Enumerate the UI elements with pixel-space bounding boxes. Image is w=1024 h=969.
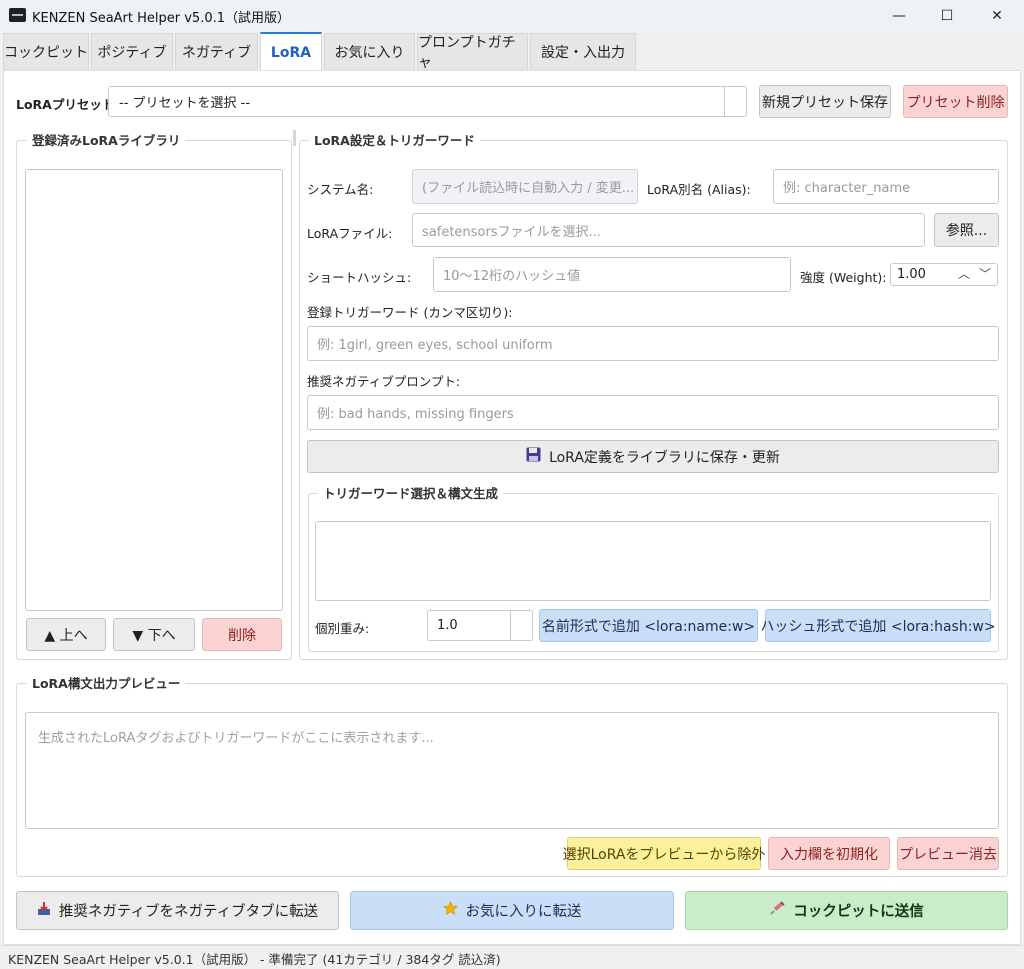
trigger-select-title: トリガーワード選択＆構文生成 <box>318 483 504 502</box>
individual-weight-label: 個別重み: <box>315 621 370 636</box>
syringe-icon <box>769 901 785 920</box>
lora-settings-title: LoRA設定＆トリガーワード <box>309 130 480 149</box>
move-down-button[interactable]: ▼ 下へ <box>113 618 195 651</box>
trigger-words-field[interactable]: 例: 1girl, green eyes, school uniform <box>307 326 999 361</box>
short-hash-label: ショートハッシュ: <box>307 270 412 285</box>
browse-button[interactable]: 参照... <box>934 213 999 247</box>
individual-weight-divider <box>510 611 511 640</box>
reset-inputs-button[interactable]: 入力欄を初期化 <box>768 837 890 870</box>
close-button[interactable]: ✕ <box>972 0 1022 32</box>
weight-up-icon[interactable]: ︿ <box>958 263 970 286</box>
weight-label: 強度 (Weight): <box>800 270 887 285</box>
short-hash-placeholder: 10～12桁のハッシュ値 <box>443 269 581 284</box>
preset-select[interactable]: -- プリセットを選択 -- <box>108 86 747 117</box>
recommended-negative-label: 推奨ネガティブプロンプト: <box>307 374 461 389</box>
tab-cockpit[interactable]: コックピット <box>3 33 89 70</box>
save-lora-definition-label: LoRA定義をライブラリに保存・更新 <box>549 449 780 466</box>
trigger-words-label: 登録トリガーワード (カンマ区切り): <box>307 305 513 320</box>
move-up-button[interactable]: ▲ 上へ <box>26 618 106 651</box>
lora-file-label: LoRAファイル: <box>307 226 393 241</box>
short-hash-field[interactable]: 10～12桁のハッシュ値 <box>433 257 791 292</box>
exclude-from-preview-button[interactable]: 選択LoRAをプレビューから除外 <box>563 837 765 870</box>
transfer-negative-button[interactable]: 推奨ネガティブをネガティブタブに転送 <box>16 891 339 930</box>
preview-placeholder: 生成されたLoRAタグおよびトリガーワードがここに表示されます... <box>38 731 434 746</box>
preset-select-divider <box>724 87 725 116</box>
clear-preview-button[interactable]: プレビュー消去 <box>897 837 999 870</box>
transfer-negative-label: 推奨ネガティブをネガティブタブに転送 <box>58 904 319 920</box>
send-to-cockpit-label: コックピットに送信 <box>793 904 924 920</box>
lora-file-placeholder: safetensorsファイルを選択... <box>422 224 601 240</box>
tray-download-icon <box>37 901 51 920</box>
preview-output-area[interactable]: 生成されたLoRAタグおよびトリガーワードがここに表示されます... <box>25 712 999 829</box>
system-name-placeholder: (ファイル読込時に自動入力 / 変更... <box>422 181 635 196</box>
app-icon <box>9 8 26 22</box>
trigger-words-checklist[interactable] <box>315 521 991 601</box>
preset-select-value: -- プリセットを選択 -- <box>119 96 251 111</box>
delete-preset-button[interactable]: プリセット削除 <box>903 85 1008 118</box>
tab-positive[interactable]: ポジティブ <box>91 33 173 70</box>
tab-settings-io[interactable]: 設定・入出力 <box>530 33 636 70</box>
recommended-negative-placeholder: 例: bad hands, missing fingers <box>317 407 514 422</box>
maximize-button[interactable]: ☐ <box>922 0 972 32</box>
save-new-preset-button[interactable]: 新規プリセット保存 <box>759 85 891 118</box>
panel-splitter[interactable] <box>293 130 296 146</box>
window-title: KENZEN SeaArt Helper v5.0.1（試用版） <box>32 11 291 26</box>
tab-negative[interactable]: ネガティブ <box>175 33 258 70</box>
lora-file-field[interactable]: safetensorsファイルを選択... <box>412 213 925 247</box>
alias-placeholder: 例: character_name <box>783 181 911 196</box>
minimize-button[interactable]: — <box>874 0 924 32</box>
send-to-cockpit-button[interactable]: コックピットに送信 <box>685 891 1008 930</box>
floppy-disk-icon <box>526 447 541 466</box>
tab-prompt-gacha[interactable]: プロンプトガチャ <box>417 33 528 71</box>
library-delete-button[interactable]: 削除 <box>202 618 282 651</box>
star-icon <box>442 901 458 920</box>
transfer-favorites-label: お気に入りに転送 <box>465 904 582 920</box>
library-title: 登録済みLoRAライブラリ <box>27 130 186 149</box>
alias-field[interactable]: 例: character_name <box>773 169 999 204</box>
weight-down-icon[interactable]: ﹀ <box>979 263 991 286</box>
status-text: KENZEN SeaArt Helper v5.0.1（試用版） - 準備完了 … <box>8 952 501 967</box>
tab-lora[interactable]: LoRA <box>260 32 322 71</box>
individual-weight-spinbox[interactable]: 1.0 <box>427 610 533 641</box>
transfer-favorites-button[interactable]: お気に入りに転送 <box>350 891 674 930</box>
alias-label: LoRA別名 (Alias): <box>647 182 751 197</box>
add-hash-format-button[interactable]: ハッシュ形式で追加 <lora:hash:w> <box>760 609 996 642</box>
tab-favorites[interactable]: お気に入り <box>324 33 415 70</box>
save-lora-definition-button[interactable]: LoRA定義をライブラリに保存・更新 <box>307 440 999 473</box>
system-name-label: システム名: <box>307 182 374 197</box>
preset-label: LoRAプリセット: <box>16 97 120 112</box>
system-name-field[interactable]: (ファイル読込時に自動入力 / 変更... <box>412 169 638 204</box>
add-name-format-button[interactable]: 名前形式で追加 <lora:name:w> <box>539 609 758 642</box>
preview-title: LoRA構文出力プレビュー <box>27 673 186 692</box>
trigger-words-placeholder: 例: 1girl, green eyes, school uniform <box>317 338 553 353</box>
weight-value: 1.00 <box>897 267 926 282</box>
lora-library-list[interactable] <box>25 169 283 611</box>
individual-weight-value: 1.0 <box>437 618 458 633</box>
recommended-negative-field[interactable]: 例: bad hands, missing fingers <box>307 395 999 430</box>
